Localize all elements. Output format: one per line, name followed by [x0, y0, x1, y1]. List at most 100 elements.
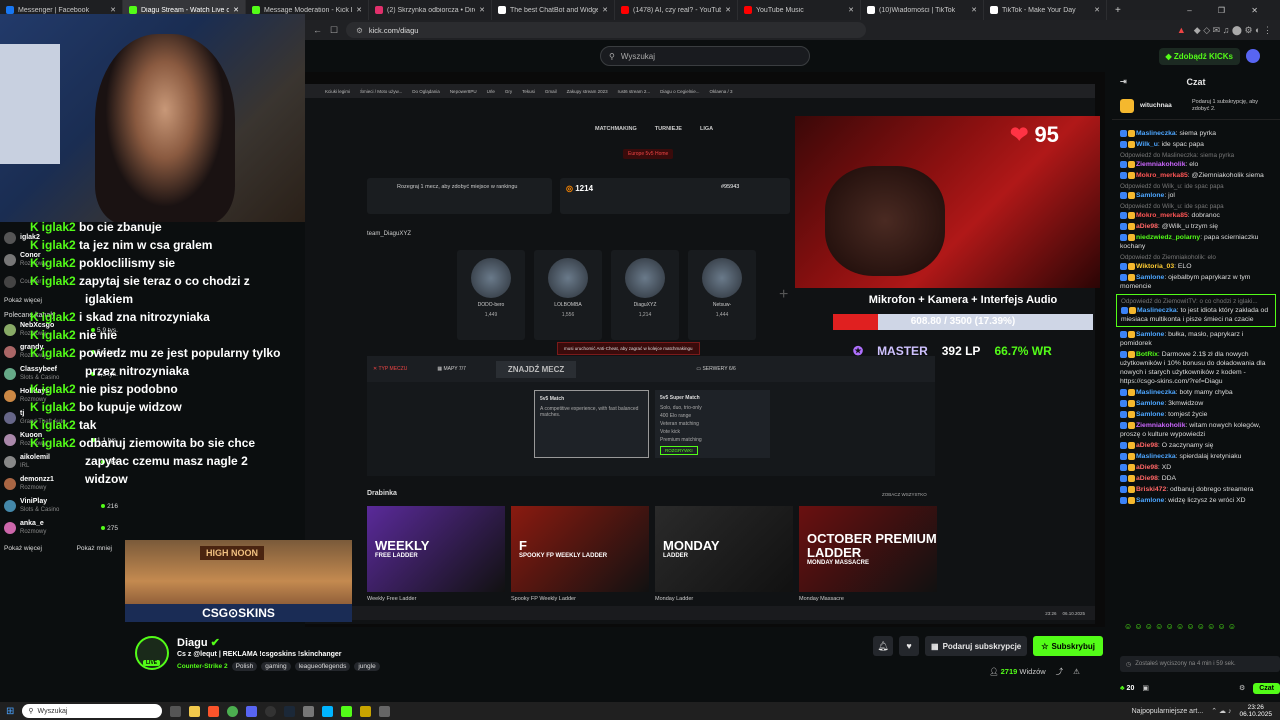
- chat-message[interactable]: Maslineczka: boty mamy chyba: [1112, 387, 1280, 398]
- send-chat-button[interactable]: Czat: [1253, 682, 1280, 694]
- get-kicks-button[interactable]: ◆ Zdobądź KICKs: [1158, 47, 1240, 65]
- discord-icon[interactable]: [246, 705, 258, 717]
- chat-input[interactable]: ◷ Zostałeś wyciszony na 4 min i 59 sek.: [1120, 656, 1280, 672]
- settings-icon[interactable]: ⚙: [1239, 684, 1245, 692]
- close-icon[interactable]: ✕: [233, 6, 239, 14]
- show-more-link-2[interactable]: Pokaż więcej: [4, 545, 42, 552]
- chrome-icon[interactable]: [227, 705, 239, 717]
- collapse-chat-icon[interactable]: ⇥: [1120, 77, 1127, 86]
- close-icon[interactable]: ✕: [110, 6, 116, 14]
- subscribe-button[interactable]: ☆ Subskrybuj: [1033, 636, 1104, 656]
- chat-message[interactable]: Odpowiedź do Maslineczka: siema pyrka Zie…: [1112, 150, 1280, 170]
- browser-tab[interactable]: TikTok - Make Your Day ✕: [984, 0, 1107, 20]
- follow-heart-button[interactable]: ♥: [899, 636, 919, 656]
- close-icon[interactable]: ✕: [356, 6, 362, 14]
- url-field[interactable]: ⚙ kick.com/diagu: [346, 22, 867, 38]
- chat-message[interactable]: Odpowiedź do Wilk_u: ide spac papa Samlon…: [1112, 181, 1280, 201]
- chat-username[interactable]: Briski472: [1136, 486, 1166, 493]
- servers-filter[interactable]: ▭ SERWERY 6/6: [696, 366, 735, 372]
- chat-message[interactable]: BotRix: Darmowe 2.1$ zł dla nowych użytk…: [1112, 349, 1280, 387]
- mode-filter[interactable]: ✕ TYP MECZU: [373, 366, 407, 372]
- chat-username[interactable]: niedzwiedz_polarny: [1136, 234, 1200, 241]
- browser-tab[interactable]: (1478) AI, czy real? - YouTube ✕: [615, 0, 738, 20]
- chat-message[interactable]: Mokro_merka85: @Ziemniakoholik siema: [1112, 170, 1280, 181]
- ladder-see-all[interactable]: ZOBACZ WSZYSTKO: [882, 492, 927, 497]
- browser-tab[interactable]: (10)Wiadomości | TikTok ✕: [861, 0, 984, 20]
- stream-video[interactable]: Kciuki legimi Śmieci / Moto używ... Do Ogl…: [305, 72, 1105, 627]
- match2-cta[interactable]: ROZGRYWKI: [660, 446, 698, 455]
- chat-username[interactable]: BotRix: [1136, 351, 1158, 358]
- chat-message[interactable]: Odpowiedź do Wilk_u: ide spac papa Mokro_…: [1112, 201, 1280, 221]
- steam-icon[interactable]: [284, 705, 296, 717]
- new-tab-icon[interactable]: +: [1107, 5, 1129, 16]
- close-icon[interactable]: ✕: [971, 6, 977, 14]
- app-icon[interactable]: [303, 705, 315, 717]
- chat-username[interactable]: Samlone: [1136, 411, 1164, 418]
- category-link[interactable]: Counter-Strike 2: [177, 663, 228, 670]
- chat-username[interactable]: Wilk_u: [1136, 141, 1158, 148]
- chat-username[interactable]: Samlone: [1136, 192, 1164, 199]
- chat-message[interactable]: Samlone: 3kmwidzow: [1112, 398, 1280, 409]
- bookmark-icon[interactable]: ☐: [330, 25, 338, 36]
- app-icon-4[interactable]: [379, 705, 391, 717]
- gift-box-icon[interactable]: ▣: [1142, 684, 1149, 692]
- close-icon[interactable]: ✕: [1094, 6, 1100, 14]
- chat-username[interactable]: Maslineczka: [1136, 130, 1176, 137]
- explorer-icon[interactable]: [189, 705, 201, 717]
- sidebar-channel[interactable]: ViniPlay Slots & Casino 216: [0, 495, 122, 517]
- chat-message[interactable]: aDie98: O zaczynamy się: [1112, 440, 1280, 451]
- chat-username[interactable]: Ziemniakoholik: [1136, 422, 1185, 429]
- maps-filter[interactable]: ▦ MAPY 7/7: [437, 366, 466, 372]
- show-less-link[interactable]: Pokaż mniej: [77, 545, 112, 552]
- share-icon[interactable]: ⤴: [1056, 666, 1064, 677]
- close-icon[interactable]: ✕: [479, 6, 485, 14]
- chat-username[interactable]: Samlone: [1136, 497, 1164, 504]
- gift-sub-button[interactable]: ▦ Podaruj subskrypcje: [925, 636, 1028, 656]
- chat-message[interactable]: aDie98: @Wilk_u trzym się: [1112, 221, 1280, 232]
- chat-username[interactable]: aDie98: [1136, 223, 1158, 230]
- bell-button[interactable]: 🔔︎: [873, 636, 893, 656]
- chat-username[interactable]: Maslineczka: [1136, 389, 1176, 396]
- streamer-name[interactable]: Diagu ✔: [177, 636, 220, 649]
- chat-message[interactable]: Briski472: odbanuj dobrego streamera: [1112, 484, 1280, 495]
- tag-chip[interactable]: Polish: [231, 662, 258, 671]
- extension-icon[interactable]: ▲: [1177, 25, 1186, 35]
- extensions-icon[interactable]: ◆ ◇ ✉ ♫ ⬤ ⚙ ◐ ⋮: [1194, 25, 1272, 36]
- tray-icons[interactable]: ⌃ ☁ ♪: [1211, 707, 1231, 715]
- chat-message[interactable]: Samlone: widzę liczysz że wróci XD: [1112, 495, 1280, 506]
- chat-username[interactable]: aDie98: [1136, 464, 1158, 471]
- browser-tab[interactable]: The best ChatBot and Widgets for K ✕: [492, 0, 615, 20]
- chat-message[interactable]: aDie98: XD: [1112, 462, 1280, 473]
- chat-message[interactable]: Maslineczka: spierdalaj kretyniaku: [1112, 451, 1280, 462]
- search-input[interactable]: ⚲ Wyszukaj: [600, 46, 810, 66]
- windows-start-icon[interactable]: ⊞: [6, 706, 14, 717]
- chat-message[interactable]: niedzwiedz_polarny: papa scierniaczku ko…: [1112, 232, 1280, 252]
- sidebar-channel[interactable]: anka_e Rozmowy 275: [0, 517, 122, 539]
- tag-chip[interactable]: gaming: [261, 662, 291, 671]
- window-controls-icon[interactable]: – ❐ ✕: [1187, 6, 1280, 15]
- chat-message[interactable]: aDie98: DDA: [1112, 473, 1280, 484]
- task-view-icon[interactable]: [170, 705, 182, 717]
- chat-message[interactable]: Samlone: tomjest życie: [1112, 409, 1280, 420]
- chat-username[interactable]: Mokro_merka85: [1136, 172, 1188, 179]
- chat-username[interactable]: Wiktoria_03: [1136, 263, 1174, 270]
- chat-username[interactable]: aDie98: [1136, 475, 1158, 482]
- app-icon-2[interactable]: [322, 705, 334, 717]
- chat-message[interactable]: Wilk_u: ide spac papa: [1112, 139, 1280, 150]
- close-icon[interactable]: ✕: [602, 6, 608, 14]
- chat-message[interactable]: Samlone: bułka, masło, paprykarz i pomid…: [1112, 329, 1280, 349]
- back-icon[interactable]: ←: [313, 25, 322, 35]
- avatar[interactable]: [1246, 49, 1260, 63]
- close-icon[interactable]: ✕: [848, 6, 854, 14]
- chat-username[interactable]: Maslineczka: [1136, 453, 1176, 460]
- chat-username[interactable]: Samlone: [1136, 400, 1164, 407]
- chat-username[interactable]: Mokro_merka85: [1136, 212, 1188, 219]
- points-counter[interactable]: ♣ 20: [1120, 685, 1134, 692]
- obs-icon[interactable]: [265, 705, 277, 717]
- app-icon-3[interactable]: [360, 705, 372, 717]
- chat-username[interactable]: aDie98: [1136, 442, 1158, 449]
- chat-username[interactable]: Maslineczka: [1137, 307, 1177, 314]
- tag-chip[interactable]: jungle: [354, 662, 380, 671]
- chat-message[interactable]: Samlone: ojebalbym paprykarz w tym momen…: [1112, 272, 1280, 292]
- taskbar-search[interactable]: ⚲ Wyszukaj: [22, 704, 163, 718]
